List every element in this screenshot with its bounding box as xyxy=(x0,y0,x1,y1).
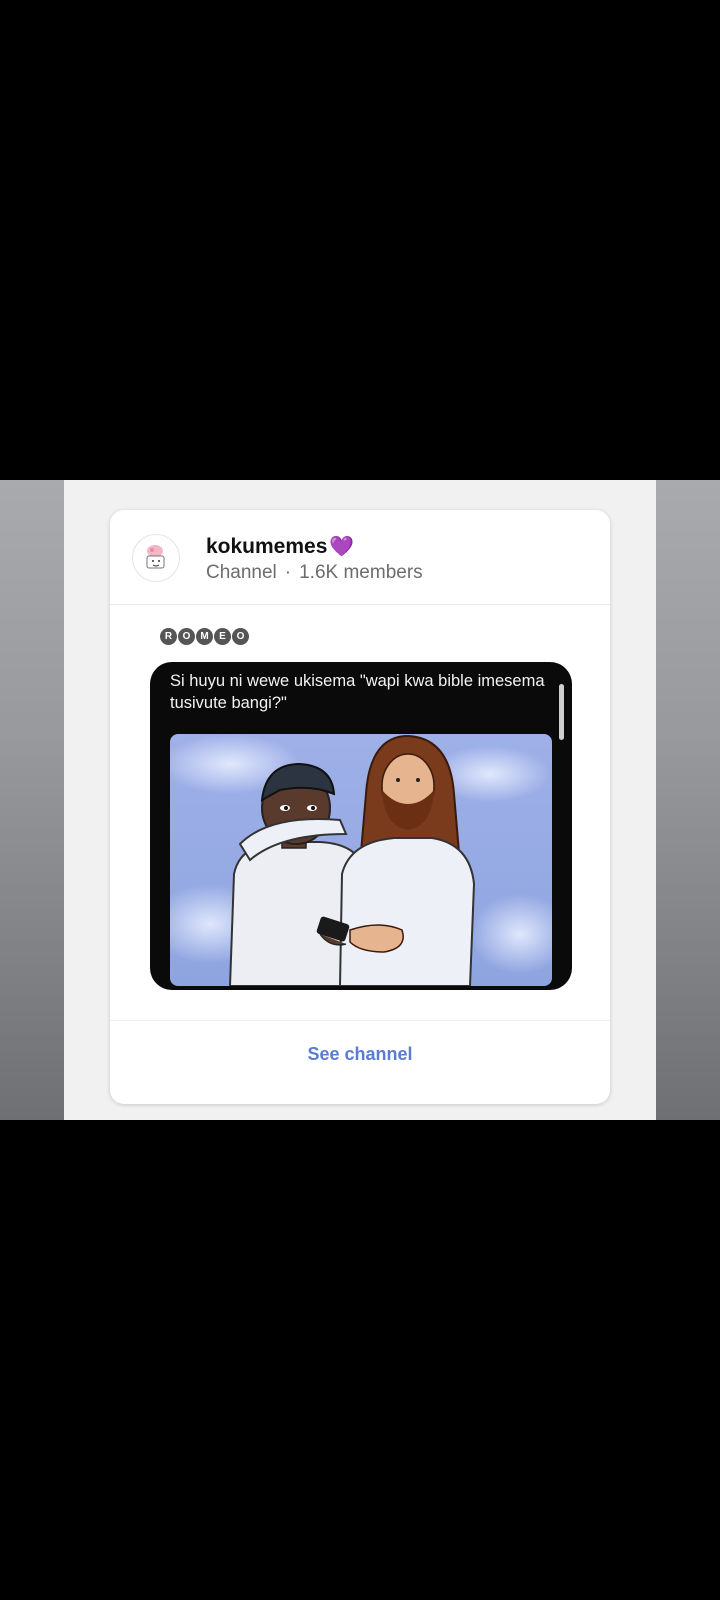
meme-caption: Si huyu ni wewe ukisema "wapi kwa bible … xyxy=(170,672,545,712)
channel-meta: Channel · 1.6K members xyxy=(206,562,423,584)
avatar-cartoon-icon xyxy=(146,545,165,569)
channel-preview-card[interactable]: kokumemes 💜 Channel · 1.6K members R O M E … xyxy=(110,510,610,1104)
meme-media[interactable]: Si huyu ni wewe ukisema "wapi kwa bible … xyxy=(150,662,572,990)
right-blurred-edge xyxy=(656,480,720,1120)
channel-name-text: kokumemes xyxy=(206,535,328,558)
left-blurred-edge xyxy=(0,480,64,1120)
meme-scroll-indicator xyxy=(559,684,564,740)
channel-name: kokumemes 💜 xyxy=(206,534,354,559)
watermark-letter: O xyxy=(232,628,249,645)
meta-separator: · xyxy=(284,562,292,583)
screen-recording-frame: kokumemes 💜 Channel · 1.6K members R O M E … xyxy=(0,480,720,1120)
member-count: 1.6K members xyxy=(299,562,423,583)
watermark-letter: E xyxy=(214,628,231,645)
watermark-letter: R xyxy=(160,628,177,645)
channel-header[interactable]: kokumemes 💜 Channel · 1.6K members xyxy=(110,510,610,605)
card-divider xyxy=(110,1020,610,1021)
channel-type-label: Channel xyxy=(206,562,277,583)
purple-heart-icon: 💜 xyxy=(329,536,355,558)
see-channel-button[interactable]: See channel xyxy=(110,1044,610,1065)
watermark-letter: M xyxy=(196,628,213,645)
meme-cartoon-image xyxy=(170,734,552,986)
chat-background: kokumemes 💜 Channel · 1.6K members R O M E … xyxy=(64,480,656,1120)
watermark-letter: O xyxy=(178,628,195,645)
channel-avatar[interactable] xyxy=(132,534,180,582)
romeo-watermark: R O M E O xyxy=(160,628,249,646)
